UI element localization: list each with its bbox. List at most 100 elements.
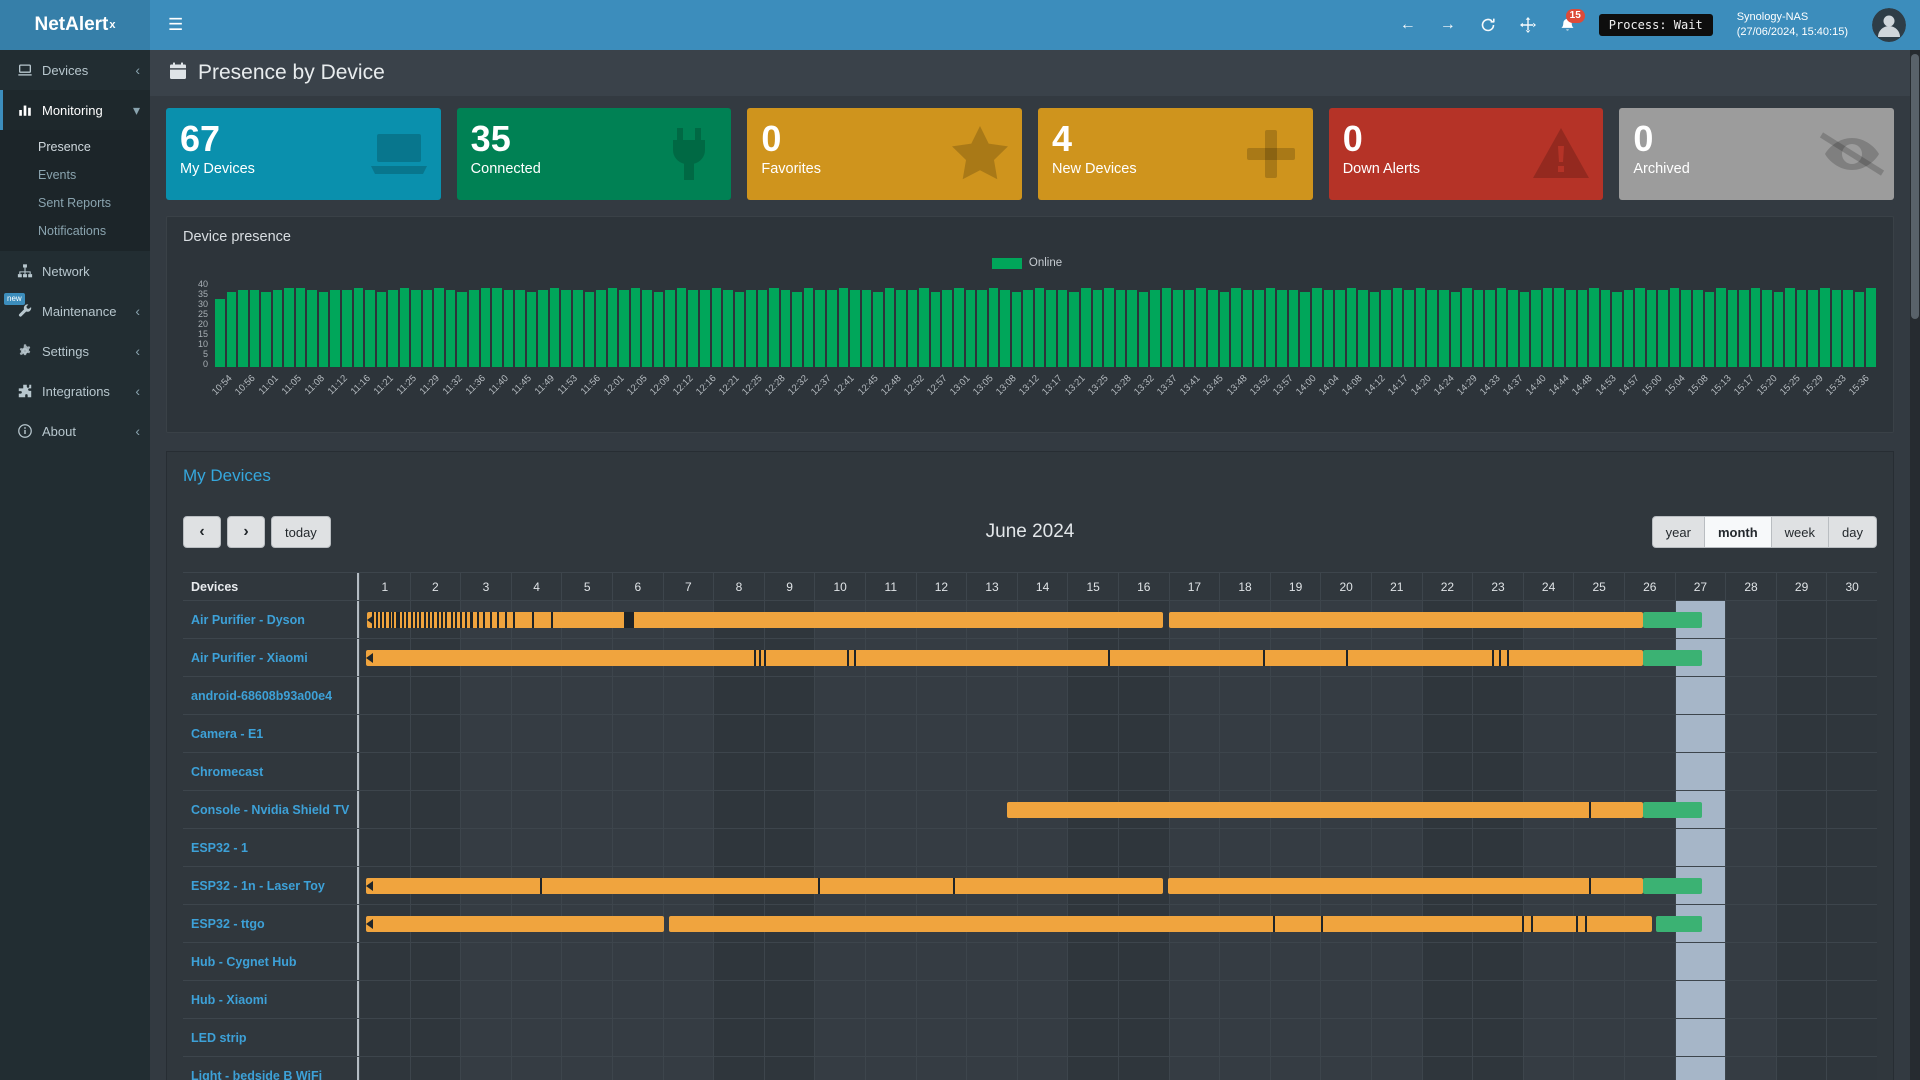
day-header-21[interactable]: 21 — [1371, 573, 1422, 600]
view-week-button[interactable]: week — [1772, 516, 1829, 548]
day-header-18[interactable]: 18 — [1219, 573, 1270, 600]
device-name-link[interactable]: Hub - Xiaomi — [183, 981, 359, 1018]
view-year-button[interactable]: year — [1652, 516, 1705, 548]
day-header-1[interactable]: 1 — [359, 573, 410, 600]
device-name-link[interactable]: Camera - E1 — [183, 715, 359, 752]
infobox-down-alerts[interactable]: 0Down Alerts — [1329, 108, 1604, 200]
device-name-link[interactable]: ESP32 - 1n - Laser Toy — [183, 867, 359, 904]
day-header-19[interactable]: 19 — [1270, 573, 1321, 600]
infobox-archived[interactable]: 0Archived — [1619, 108, 1894, 200]
day-header-30[interactable]: 30 — [1826, 573, 1877, 600]
view-day-button[interactable]: day — [1829, 516, 1877, 548]
day-header-27[interactable]: 27 — [1675, 573, 1726, 600]
presence-event[interactable] — [1007, 802, 1643, 818]
day-header-29[interactable]: 29 — [1776, 573, 1827, 600]
sidebar-item-devices[interactable]: Devices‹ — [0, 50, 150, 90]
day-cell — [713, 753, 764, 790]
presence-event[interactable] — [1643, 802, 1703, 818]
sidebar-subitem-notifications[interactable]: Notifications — [0, 217, 150, 245]
day-header-16[interactable]: 16 — [1118, 573, 1169, 600]
sidebar-item-settings[interactable]: Settings‹ — [0, 331, 150, 371]
day-header-8[interactable]: 8 — [713, 573, 764, 600]
sidebar-item-label: Integrations — [42, 384, 110, 399]
presence-event[interactable] — [1643, 650, 1703, 666]
day-header-11[interactable]: 11 — [865, 573, 916, 600]
device-name-link[interactable]: Air Purifier - Xiaomi — [183, 639, 359, 676]
presence-event[interactable] — [1168, 878, 1643, 894]
sidebar-subitem-presence[interactable]: Presence — [0, 133, 150, 161]
device-name-link[interactable]: Hub - Cygnet Hub — [183, 943, 359, 980]
day-header-7[interactable]: 7 — [663, 573, 714, 600]
day-header-26[interactable]: 26 — [1624, 573, 1675, 600]
day-header-3[interactable]: 3 — [460, 573, 511, 600]
day-header-15[interactable]: 15 — [1067, 573, 1118, 600]
presence-event[interactable] — [1169, 612, 1643, 628]
day-cell — [663, 829, 714, 866]
day-header-12[interactable]: 12 — [916, 573, 967, 600]
page-scrollbar[interactable] — [1910, 50, 1920, 1080]
day-cell — [460, 943, 511, 980]
day-header-10[interactable]: 10 — [814, 573, 865, 600]
move-icon[interactable] — [1520, 17, 1536, 33]
calendar-prev-button[interactable]: ‹ — [183, 516, 221, 548]
presence-event[interactable] — [1643, 878, 1703, 894]
day-header-9[interactable]: 9 — [764, 573, 815, 600]
scrollbar-thumb[interactable] — [1911, 54, 1919, 319]
presence-event[interactable] — [366, 916, 664, 932]
device-name-link[interactable]: ESP32 - ttgo — [183, 905, 359, 942]
sidebar-subitem-sent-reports[interactable]: Sent Reports — [0, 189, 150, 217]
device-name-link[interactable]: android-68608b93a00e4 — [183, 677, 359, 714]
device-name-link[interactable]: Air Purifier - Dyson — [183, 601, 359, 638]
device-name-link[interactable]: Chromecast — [183, 753, 359, 790]
day-header-24[interactable]: 24 — [1523, 573, 1574, 600]
refresh-icon[interactable] — [1480, 17, 1496, 33]
day-header-25[interactable]: 25 — [1573, 573, 1624, 600]
presence-event[interactable] — [366, 878, 1163, 894]
infobox-connected[interactable]: 35Connected — [457, 108, 732, 200]
day-header-28[interactable]: 28 — [1725, 573, 1776, 600]
device-name-link[interactable]: LED strip — [183, 1019, 359, 1056]
infobox-favorites[interactable]: 0Favorites — [747, 108, 1022, 200]
day-header-17[interactable]: 17 — [1169, 573, 1220, 600]
presence-event[interactable] — [367, 612, 1163, 628]
sidebar-subitem-events[interactable]: Events — [0, 161, 150, 189]
sidebar-item-monitoring[interactable]: Monitoring▾ — [0, 90, 150, 130]
day-header-6[interactable]: 6 — [612, 573, 663, 600]
device-name-link[interactable]: Console - Nvidia Shield TV — [183, 791, 359, 828]
day-header-2[interactable]: 2 — [410, 573, 461, 600]
calendar-today-button[interactable]: today — [271, 516, 331, 548]
presence-bar-chart[interactable] — [215, 279, 1875, 367]
day-cell — [1624, 981, 1675, 1018]
forward-icon[interactable]: → — [1440, 16, 1456, 34]
sidebar-item-network[interactable]: Network — [0, 251, 150, 291]
day-header-20[interactable]: 20 — [1320, 573, 1371, 600]
day-cell — [1776, 829, 1827, 866]
sidebar-item-about[interactable]: About‹ — [0, 411, 150, 451]
day-header-23[interactable]: 23 — [1472, 573, 1523, 600]
presence-event[interactable] — [1656, 916, 1702, 932]
infobox-new-devices[interactable]: 4New Devices — [1038, 108, 1313, 200]
sidebar-toggle-button[interactable]: ☰ — [150, 0, 201, 50]
device-name-link[interactable]: ESP32 - 1 — [183, 829, 359, 866]
presence-event[interactable] — [366, 650, 1642, 666]
presence-event[interactable] — [1643, 612, 1703, 628]
sidebar-item-integrations[interactable]: Integrations‹ — [0, 371, 150, 411]
notifications-button[interactable]: 15 — [1560, 17, 1575, 33]
back-icon[interactable]: ← — [1400, 16, 1416, 34]
user-avatar[interactable] — [1872, 8, 1906, 42]
calendar-next-button[interactable]: › — [227, 516, 265, 548]
app-logo[interactable]: NetAlertx — [0, 0, 150, 50]
day-header-14[interactable]: 14 — [1017, 573, 1068, 600]
infobox-my-devices[interactable]: 67My Devices — [166, 108, 441, 200]
day-header-13[interactable]: 13 — [966, 573, 1017, 600]
day-cell — [764, 981, 815, 1018]
day-header-5[interactable]: 5 — [561, 573, 612, 600]
device-name-link[interactable]: Light - bedside B WiFi — [183, 1057, 359, 1080]
sidebar-item-maintenance[interactable]: newMaintenance‹ — [0, 291, 150, 331]
chart-bar — [688, 290, 698, 367]
presence-event[interactable] — [669, 916, 1652, 932]
day-header-4[interactable]: 4 — [511, 573, 562, 600]
day-cell — [1624, 1057, 1675, 1080]
view-month-button[interactable]: month — [1705, 516, 1772, 548]
day-header-22[interactable]: 22 — [1422, 573, 1473, 600]
